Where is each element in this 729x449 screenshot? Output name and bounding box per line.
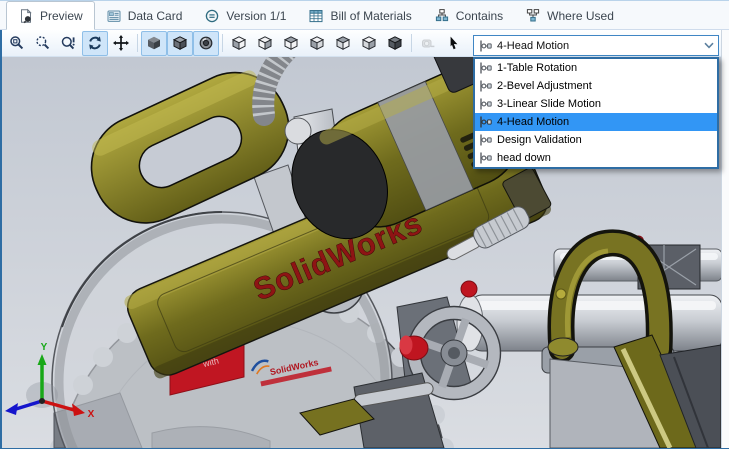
configuration-icon (480, 98, 492, 110)
toolbar-separator (222, 34, 223, 52)
toolbar-button-view-left[interactable] (278, 31, 304, 56)
zoom-scale-icon (61, 36, 75, 50)
zoom-area-icon (36, 36, 50, 50)
toolbar-button-perspective[interactable] (193, 30, 219, 56)
tab-version[interactable]: Version 1/1 (193, 3, 297, 29)
tab-preview[interactable]: Preview (6, 1, 95, 30)
configuration-combo[interactable]: 4-Head Motion (473, 35, 719, 56)
toolbar-button-view-bottom[interactable] (356, 31, 382, 56)
toolbar-button-select[interactable] (441, 31, 467, 56)
configuration-icon (480, 40, 492, 51)
config-option-5[interactable]: head down (475, 149, 717, 167)
preview-window: Preview Data Card Version 1/1 Bill of Ma… (0, 0, 729, 449)
shaded-edges-cube-icon (172, 36, 188, 51)
tab-label: Version 1/1 (226, 9, 287, 23)
cube-bottom-icon (361, 36, 377, 51)
configuration-combo-value: 4-Head Motion (497, 39, 570, 52)
select-arrow-icon (450, 36, 458, 50)
triad-y-label: Y (41, 342, 48, 353)
configuration-icon (480, 116, 492, 128)
toolbar-button-zoom-to-fit[interactable] (4, 31, 30, 56)
cube-right-icon (309, 36, 325, 51)
toolbar-button-view-front[interactable] (226, 31, 252, 56)
preview-page-icon (21, 8, 32, 23)
toolbar-button-zoom-in-out[interactable] (56, 31, 82, 56)
version-icon (206, 9, 219, 23)
tab-label: Data Card (127, 9, 183, 23)
toolbar-separator (137, 34, 138, 52)
config-option-label: head down (497, 152, 551, 164)
configuration-icon (480, 152, 492, 164)
tab-data-card[interactable]: Data Card (95, 3, 194, 29)
cube-front-icon (231, 36, 247, 51)
cube-isometric-icon (387, 36, 403, 51)
tab-bom[interactable]: Bill of Materials (297, 3, 422, 29)
configuration-icon (480, 62, 492, 74)
tab-label: Preview (40, 8, 83, 23)
tab-where-used[interactable]: Where Used (514, 3, 625, 29)
configuration-icon (480, 80, 492, 92)
tab-label: Bill of Materials (330, 9, 412, 23)
config-option-0[interactable]: 1-Table Rotation (475, 59, 717, 77)
tab-bar: Preview Data Card Version 1/1 Bill of Ma… (0, 1, 729, 30)
configuration-dropdown-list: 1-Table Rotation 2-Bevel Adjustment 3-Li… (473, 57, 719, 169)
toolbar-button-view-right[interactable] (304, 31, 330, 56)
config-option-4[interactable]: Design Validation (475, 131, 717, 149)
window-left-border (0, 30, 2, 449)
bom-table-icon (309, 10, 323, 23)
config-option-label: 1-Table Rotation (497, 62, 578, 74)
perspective-icon (199, 36, 213, 50)
toolbar-button-view-isometric[interactable] (382, 31, 408, 56)
config-option-label: 3-Linear Slide Motion (497, 98, 601, 110)
right-gutter (721, 30, 729, 448)
pan-icon (113, 35, 129, 51)
toolbar-button-shaded-with-edges[interactable] (167, 30, 193, 56)
where-used-tree-icon (527, 9, 540, 22)
toolbar-button-pan-view[interactable] (108, 31, 134, 56)
measure-icon (422, 39, 435, 48)
cube-left-icon (283, 36, 299, 51)
toolbar-button-shaded[interactable] (141, 30, 167, 56)
shaded-cube-icon (148, 36, 160, 50)
data-card-icon (107, 10, 121, 22)
config-option-label: 4-Head Motion (497, 116, 570, 128)
configuration-icon (480, 134, 492, 146)
config-option-label: Design Validation (497, 134, 582, 146)
tab-contains[interactable]: Contains (423, 3, 514, 29)
contains-tree-icon (435, 9, 448, 22)
config-option-3[interactable]: 4-Head Motion (475, 113, 717, 131)
cube-top-icon (335, 36, 351, 51)
tab-label: Where Used (547, 9, 614, 23)
config-option-2[interactable]: 3-Linear Slide Motion (475, 95, 717, 113)
toolbar-button-view-top[interactable] (330, 31, 356, 56)
toolbar-separator (411, 34, 412, 52)
config-option-1[interactable]: 2-Bevel Adjustment (475, 77, 717, 95)
zoom-fit-icon (10, 36, 24, 50)
toolbar-button-measure[interactable] (415, 31, 441, 56)
chevron-down-icon (704, 42, 714, 49)
toolbar-button-zoom-to-area[interactable] (30, 31, 56, 56)
triad-x-label: X (88, 409, 95, 420)
cube-back-icon (257, 36, 273, 51)
rotate-icon (89, 36, 101, 50)
toolbar-button-rotate-view[interactable] (82, 30, 108, 56)
config-option-label: 2-Bevel Adjustment (497, 80, 592, 92)
tab-label: Contains (455, 9, 504, 23)
toolbar-button-view-back[interactable] (252, 31, 278, 56)
